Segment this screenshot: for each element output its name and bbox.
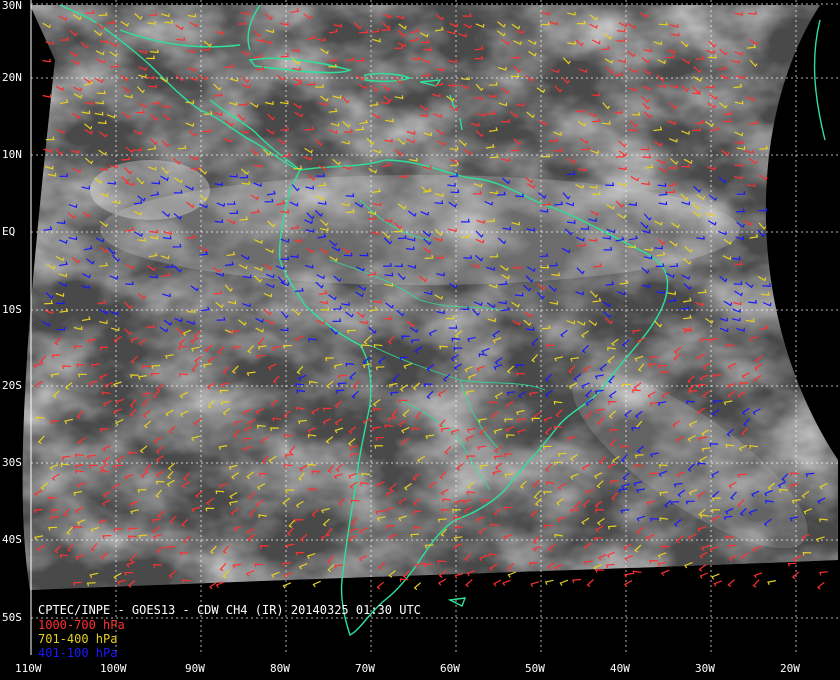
legend-entry: 401-100 hPa <box>38 646 118 660</box>
wind-barb <box>595 569 605 573</box>
latitude-label: 40S <box>2 533 22 546</box>
wind-barb <box>282 582 292 589</box>
longitude-label: 90W <box>185 662 205 675</box>
title-line: CPTEC/INPE - GOES13 - CDW CH4 (IR) 20140… <box>38 603 421 617</box>
wind-barb <box>215 581 225 588</box>
wind-barb <box>752 579 760 588</box>
wind-barb <box>711 573 720 580</box>
longitude-label: 80W <box>270 662 290 675</box>
wind-barb <box>413 582 421 591</box>
wind-barb <box>753 572 763 579</box>
longitude-label: 60W <box>440 662 460 675</box>
satellite-imagery <box>22 5 838 590</box>
wind-barb <box>713 580 723 587</box>
wind-barb <box>544 579 554 586</box>
longitude-label: 110W <box>15 662 42 675</box>
satellite-wind-map <box>0 0 840 680</box>
latitude-label: 10N <box>2 148 22 161</box>
wind-barb <box>699 572 709 579</box>
wind-barb <box>42 94 52 98</box>
longitude-label: 70W <box>355 662 375 675</box>
longitude-label: 30W <box>695 662 715 675</box>
latitude-label: 20S <box>2 379 22 392</box>
wind-barb <box>437 578 447 586</box>
wind-barb <box>376 581 385 590</box>
africa-coast <box>813 19 826 141</box>
wind-barb <box>530 581 539 587</box>
wind-barb <box>312 580 321 588</box>
latitude-label: 20N <box>2 71 22 84</box>
wind-barb <box>727 579 735 588</box>
wind-barb <box>817 581 825 590</box>
wind-barb <box>767 580 777 586</box>
latitude-label: 50S <box>2 611 22 624</box>
wind-barb <box>572 578 581 584</box>
wind-barb <box>698 564 707 572</box>
longitude-label: 40W <box>610 662 630 675</box>
wind-barb <box>507 571 517 578</box>
longitude-label: 20W <box>780 662 800 675</box>
wind-barb <box>819 571 828 576</box>
longitude-label: 50W <box>525 662 545 675</box>
wind-barb <box>42 58 51 63</box>
latitude-label: 10S <box>2 303 22 316</box>
latitude-label: 30N <box>2 0 22 12</box>
wind-barb <box>586 579 594 588</box>
legend-entry: 1000-700 hPa <box>38 618 125 632</box>
longitude-label: 100W <box>100 662 127 675</box>
wind-barb <box>465 579 473 588</box>
latitude-label: EQ <box>2 225 16 238</box>
latitude-label: 30S <box>2 456 22 469</box>
wind-barb <box>559 579 569 586</box>
legend-entry: 701-400 hPa <box>38 632 118 646</box>
wind-barb <box>209 581 217 590</box>
wind-barb <box>502 579 511 586</box>
wind-barb <box>787 562 797 567</box>
wind-barb <box>493 579 502 587</box>
wind-barb <box>632 570 642 575</box>
wind-barb <box>660 569 670 577</box>
